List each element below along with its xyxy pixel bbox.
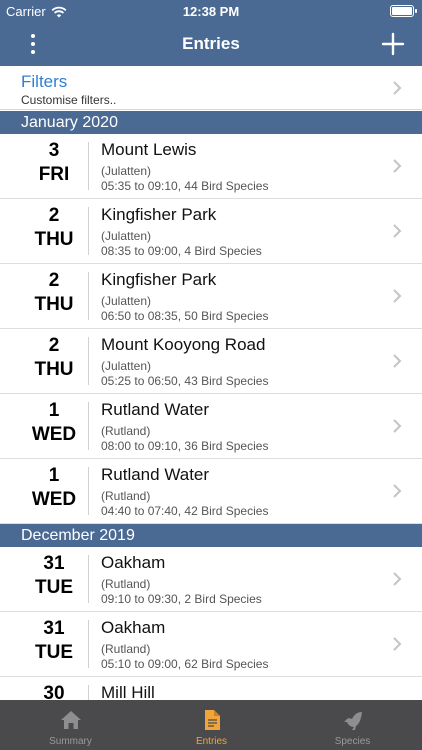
- entry-row[interactable]: 31 TUE Oakham (Rutland) 05:10 to 09:00, …: [0, 612, 422, 677]
- page-title: Entries: [182, 34, 240, 53]
- navigation-bar: Entries: [0, 22, 422, 66]
- entry-day: 2: [48, 270, 60, 291]
- chevron-right-icon: [393, 484, 402, 498]
- entry-place: Mount Kooyong Road: [101, 335, 266, 354]
- entry-place: Rutland Water: [101, 465, 210, 484]
- entry-detail: 08:35 to 09:00, 4 Bird Species: [101, 244, 262, 258]
- entry-weekday: TUE: [35, 642, 73, 663]
- filters-title: Filters: [21, 72, 68, 91]
- entry-weekday: TUE: [35, 577, 73, 598]
- row-divider: [88, 402, 89, 450]
- entry-row[interactable]: 1 WED Rutland Water (Rutland) 04:40 to 0…: [0, 459, 422, 524]
- entry-day: 2: [48, 205, 60, 226]
- entry-region: (Rutland): [101, 577, 151, 591]
- entry-date: 31 TUE: [20, 618, 88, 666]
- entry-day: 31: [43, 553, 65, 574]
- tab-entries[interactable]: Entries: [141, 700, 282, 750]
- status-bar: Carrier 12:38 PM: [0, 0, 422, 22]
- row-divider: [88, 620, 89, 668]
- entry-weekday: THU: [34, 294, 74, 315]
- tab-summary[interactable]: Summary: [0, 700, 141, 750]
- entry-detail: 06:50 to 08:35, 50 Bird Species: [101, 309, 269, 323]
- entry-place: Kingfisher Park: [101, 270, 217, 289]
- entry-date: 2 THU: [20, 205, 88, 253]
- entry-region: (Julatten): [101, 294, 152, 308]
- entry-weekday: THU: [34, 229, 74, 250]
- row-divider: [88, 337, 89, 385]
- entry-date: 1 WED: [20, 465, 88, 513]
- entry-region: (Rutland): [101, 642, 151, 656]
- entry-detail: 05:35 to 09:10, 44 Bird Species: [101, 179, 269, 193]
- entry-row[interactable]: 3 FRI Mount Lewis (Julatten) 05:35 to 09…: [0, 134, 422, 199]
- entry-detail: 04:40 to 07:40, 42 Bird Species: [101, 504, 269, 518]
- entry-day: 3: [48, 140, 60, 161]
- entry-weekday: WED: [31, 424, 77, 445]
- row-divider: [88, 207, 89, 255]
- entry-day: 1: [48, 465, 60, 486]
- entry-place: Rutland Water: [101, 400, 210, 419]
- tab-label: Summary: [49, 736, 92, 747]
- entry-detail: 05:25 to 06:50, 43 Bird Species: [101, 374, 269, 388]
- add-entry-button[interactable]: [378, 29, 408, 59]
- chevron-right-icon: [393, 419, 402, 433]
- entry-place: Kingfisher Park: [101, 205, 217, 224]
- entry-place: Oakham: [101, 618, 166, 637]
- entry-date: 2 THU: [20, 270, 88, 318]
- entry-detail: 08:00 to 09:10, 36 Bird Species: [101, 439, 269, 453]
- entry-day: 1: [48, 400, 60, 421]
- chevron-right-icon: [393, 289, 402, 303]
- tab-species[interactable]: Species: [282, 700, 422, 750]
- entry-row[interactable]: 2 THU Mount Kooyong Road (Julatten) 05:2…: [0, 329, 422, 394]
- document-icon: [204, 710, 220, 730]
- entry-day: 31: [43, 618, 65, 639]
- entry-date: 3 FRI: [20, 140, 88, 188]
- filters-row[interactable]: Filters Customise filters..: [0, 66, 422, 110]
- row-divider: [88, 272, 89, 320]
- entry-day: 2: [48, 335, 60, 356]
- chevron-right-icon: [393, 572, 402, 586]
- entry-weekday: THU: [34, 359, 74, 380]
- row-divider: [88, 555, 89, 603]
- row-divider: [88, 142, 89, 190]
- tab-label: Entries: [195, 736, 228, 747]
- entry-row[interactable]: 31 TUE Oakham (Rutland) 09:10 to 09:30, …: [0, 547, 422, 612]
- entry-region: (Julatten): [101, 359, 152, 373]
- chevron-right-icon: [393, 81, 402, 95]
- bird-icon: [343, 712, 362, 730]
- entry-row[interactable]: 2 THU Kingfisher Park (Julatten) 08:35 t…: [0, 199, 422, 264]
- filters-subtitle: Customise filters..: [21, 93, 117, 107]
- chevron-right-icon: [393, 354, 402, 368]
- chevron-right-icon: [393, 224, 402, 238]
- battery-icon: [390, 5, 417, 17]
- entry-region: (Rutland): [101, 489, 151, 503]
- entry-row[interactable]: 1 WED Rutland Water (Rutland) 08:00 to 0…: [0, 394, 422, 459]
- entry-date: 31 TUE: [20, 553, 88, 601]
- entry-weekday: FRI: [38, 164, 70, 185]
- tab-bar: Summary Entries Species: [0, 700, 422, 750]
- entry-detail: 05:10 to 09:00, 62 Bird Species: [101, 657, 269, 671]
- entry-weekday: WED: [31, 489, 77, 510]
- home-icon: [60, 711, 81, 729]
- entry-region: (Julatten): [101, 164, 152, 178]
- section-header-january-2020: January 2020: [0, 111, 422, 134]
- entry-date: 1 WED: [20, 400, 88, 448]
- entry-detail: 09:10 to 09:30, 2 Bird Species: [101, 592, 262, 606]
- chevron-right-icon: [393, 159, 402, 173]
- entry-region: (Rutland): [101, 424, 151, 438]
- chevron-right-icon: [393, 637, 402, 651]
- entry-row[interactable]: 2 THU Kingfisher Park (Julatten) 06:50 t…: [0, 264, 422, 329]
- section-header-december-2019: December 2019: [0, 524, 422, 547]
- entry-place: Mount Lewis: [101, 140, 197, 159]
- entry-date: 2 THU: [20, 335, 88, 383]
- row-divider: [88, 467, 89, 515]
- tab-label: Species: [334, 736, 371, 747]
- entry-place: Oakham: [101, 553, 166, 572]
- entry-region: (Julatten): [101, 229, 152, 243]
- status-time: 12:38 PM: [182, 4, 240, 19]
